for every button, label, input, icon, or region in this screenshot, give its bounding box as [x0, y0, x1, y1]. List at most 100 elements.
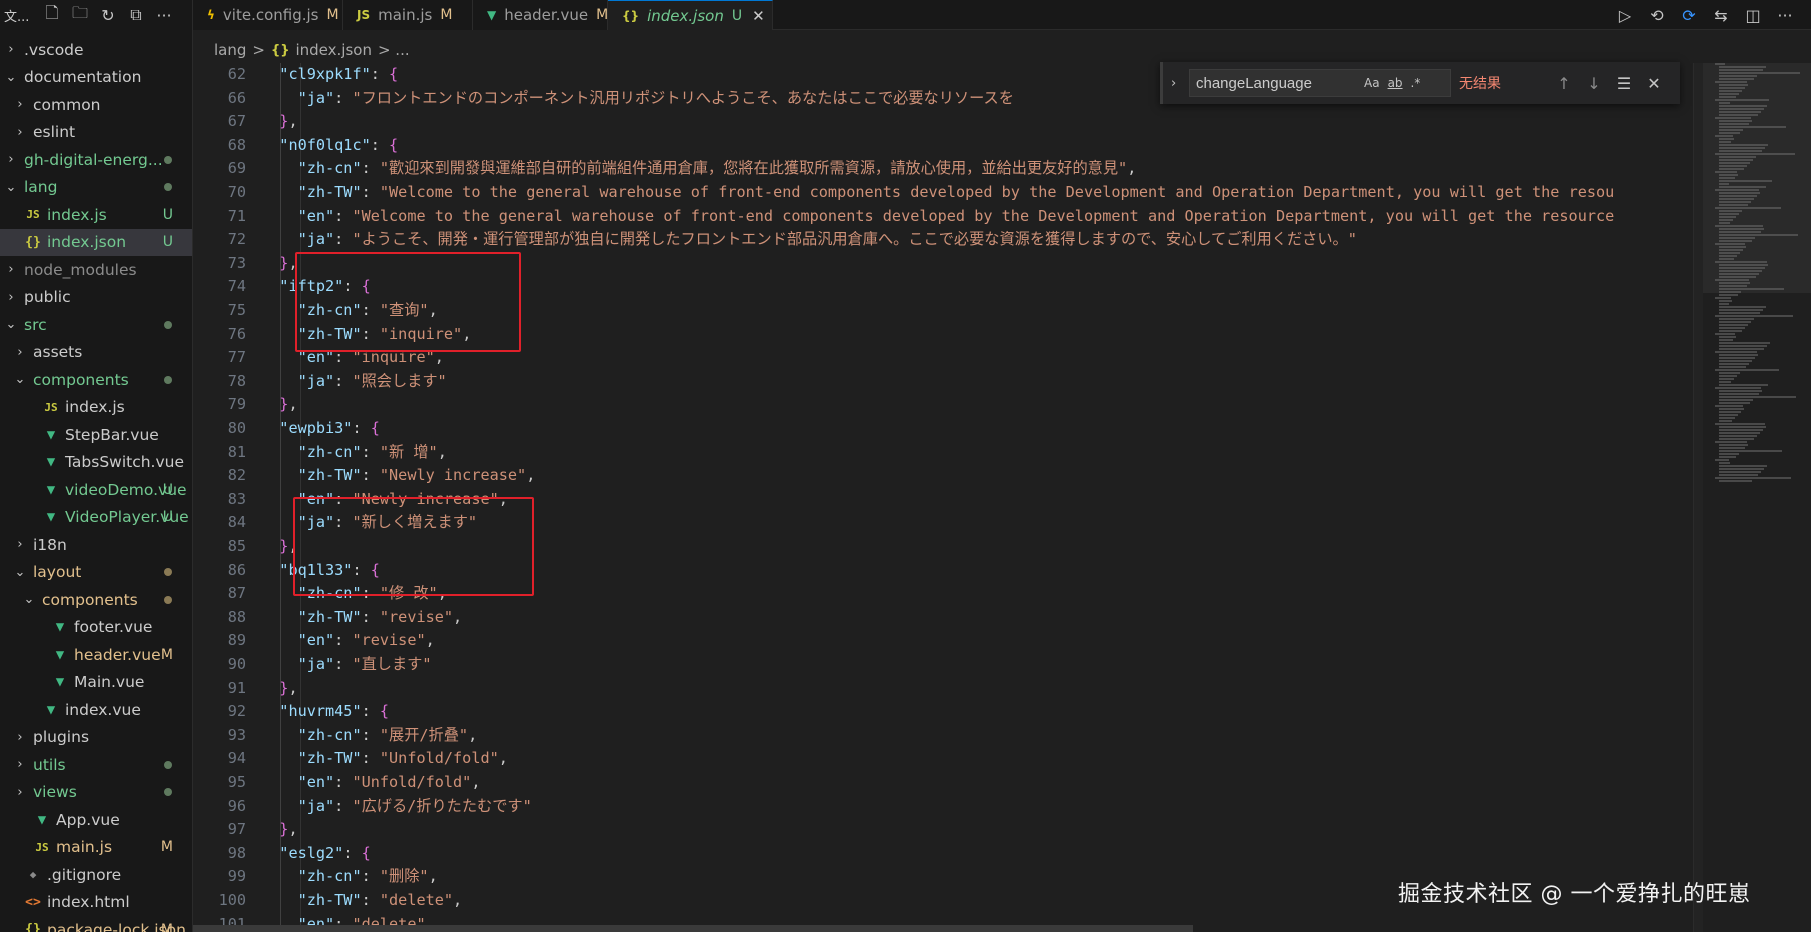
vertical-scrollbar[interactable]: [1693, 63, 1703, 932]
tree-item[interactable]: ▼ Main.vue: [0, 669, 192, 697]
tree-item[interactable]: › eslint: [0, 119, 192, 147]
tree-item[interactable]: {} index.json U: [0, 228, 192, 256]
tree-item[interactable]: › node_modules: [0, 256, 192, 284]
new-file-icon[interactable]: 🗋: [38, 0, 66, 30]
tree-item[interactable]: JS index.js U: [0, 201, 192, 229]
tree-item[interactable]: JS main.js M: [0, 834, 192, 862]
tree-item[interactable]: ▼ App.vue: [0, 806, 192, 834]
tree-item[interactable]: › public: [0, 284, 192, 312]
code-text: "eslg2": {: [261, 842, 370, 866]
run-icon[interactable]: ▷: [1609, 6, 1641, 25]
chevron-right-icon: ›: [17, 124, 23, 140]
minimap-line: [1719, 396, 1796, 398]
tree-item[interactable]: › gh-digital-energ...: [0, 146, 192, 174]
tree-item[interactable]: ▼ header.vue M: [0, 641, 192, 669]
vue-file-icon: ▼: [46, 509, 56, 526]
tree-item[interactable]: ⌄ documentation: [0, 64, 192, 92]
tree-item[interactable]: ⌄ layout: [0, 559, 192, 587]
tree-item[interactable]: › common: [0, 91, 192, 119]
minimap-line: [1719, 276, 1756, 278]
find-in-selection-icon[interactable]: ☰: [1609, 74, 1639, 93]
compare-icon[interactable]: ⇆: [1705, 6, 1737, 25]
refresh-icon[interactable]: ↻: [94, 0, 122, 30]
line-number: 67: [227, 112, 246, 131]
code-text: "zh-TW": "revise",: [261, 606, 463, 630]
tree-item[interactable]: ⌄ components: [0, 586, 192, 614]
find-input[interactable]: [1196, 74, 1356, 92]
git-status-badge: U: [162, 509, 173, 526]
tree-item[interactable]: ▼ index.vue: [0, 696, 192, 724]
code-token: "広げる/折りたたむです": [352, 796, 532, 815]
collapse-all-icon[interactable]: ⧉: [122, 0, 150, 30]
vue-file-icon: ▼: [55, 646, 65, 663]
new-folder-icon[interactable]: 🗀: [66, 0, 94, 30]
code-token: ,: [288, 820, 298, 839]
editor-tab[interactable]: {} index.json U ✕: [608, 0, 773, 30]
tree-item[interactable]: {} package-lock.json M: [0, 916, 192, 932]
tree-item-label: index.js: [47, 205, 107, 224]
minimap-line: [1719, 183, 1729, 185]
code-editor[interactable]: 62 "cl9xpk1f": {66 "ja": "フロントエンドのコンポーネン…: [193, 63, 1703, 932]
code-token: :: [343, 843, 362, 862]
tree-item[interactable]: ▼ TabsSwitch.vue: [0, 449, 192, 477]
tree-item[interactable]: ▼ footer.vue: [0, 614, 192, 642]
line-number: 76: [227, 324, 246, 343]
breadcrumb-symbol[interactable]: > ...: [378, 41, 410, 59]
split-editor-icon[interactable]: ◫: [1737, 6, 1769, 25]
tree-item[interactable]: › utils: [0, 751, 192, 779]
whole-word-icon[interactable]: ab: [1388, 76, 1403, 90]
more-icon[interactable]: ···: [150, 0, 178, 30]
editor-tab[interactable]: JS main.js M: [343, 0, 473, 30]
timeline-icon[interactable]: ⟲: [1641, 6, 1673, 25]
code-text: "ja": "照会します": [261, 370, 447, 394]
code-text: },: [261, 677, 298, 701]
minimap[interactable]: [1703, 63, 1811, 932]
code-token: "zh-TW": [297, 891, 362, 909]
tree-item[interactable]: › views: [0, 779, 192, 807]
toggle-replace-icon[interactable]: ›: [1171, 76, 1189, 91]
tree-item[interactable]: › plugins: [0, 724, 192, 752]
tree-item[interactable]: ⌄ src: [0, 311, 192, 339]
horizontal-scrollbar[interactable]: [193, 925, 1193, 932]
close-tab-icon[interactable]: ✕: [752, 7, 765, 25]
code-text: "zh-cn": "新 增",: [261, 441, 447, 465]
code-token: :: [370, 65, 390, 83]
tree-item[interactable]: › assets: [0, 339, 192, 367]
minimap-line: [1719, 141, 1731, 143]
more-actions-icon[interactable]: ···: [1769, 6, 1801, 25]
tree-item[interactable]: ⌄ components: [0, 366, 192, 394]
tree-item[interactable]: › .vscode: [0, 36, 192, 64]
code-token: ,: [288, 678, 298, 697]
git-status-badge: M: [160, 921, 173, 932]
minimap-line: [1715, 225, 1763, 227]
sync-icon[interactable]: ⟳: [1673, 6, 1705, 25]
chevron-down-icon: ⌄: [5, 317, 17, 333]
vue-file-icon: ▼: [46, 481, 56, 498]
minimap-line: [1719, 216, 1736, 218]
next-match-icon[interactable]: ↓: [1579, 74, 1609, 93]
editor-tab[interactable]: ϟ vite.config.js M: [193, 0, 343, 30]
code-line: 67 },: [193, 110, 1703, 134]
json-file-icon: {}: [622, 8, 640, 23]
tree-item[interactable]: JS index.js: [0, 394, 192, 422]
tree-item[interactable]: ⌄ lang: [0, 174, 192, 202]
close-icon[interactable]: ✕: [1639, 74, 1669, 93]
previous-match-icon[interactable]: ↑: [1549, 74, 1579, 93]
breadcrumb-folder[interactable]: lang: [214, 41, 246, 59]
tree-item[interactable]: › i18n: [0, 531, 192, 559]
code-token: "展开/折叠": [379, 725, 469, 744]
code-token: ,: [453, 891, 463, 909]
match-case-icon[interactable]: Aa: [1364, 76, 1380, 90]
js-file-icon: JS: [26, 208, 40, 222]
code-line: 94 "zh-TW": "Unfold/fold",: [193, 747, 1703, 771]
tree-item[interactable]: ◆ .gitignore: [0, 861, 192, 889]
tree-item[interactable]: ▼ videoDemo.vue U: [0, 476, 192, 504]
tree-item[interactable]: ▼ VideoPlayer.vue U: [0, 504, 192, 532]
breadcrumb-file[interactable]: index.json: [295, 41, 371, 59]
tree-item[interactable]: ▼ StepBar.vue: [0, 421, 192, 449]
regex-icon[interactable]: .*: [1411, 76, 1421, 90]
minimap-line: [1719, 465, 1767, 467]
tree-item[interactable]: <> index.html: [0, 889, 192, 917]
editor-tab[interactable]: ▼ header.vue M: [473, 0, 608, 30]
